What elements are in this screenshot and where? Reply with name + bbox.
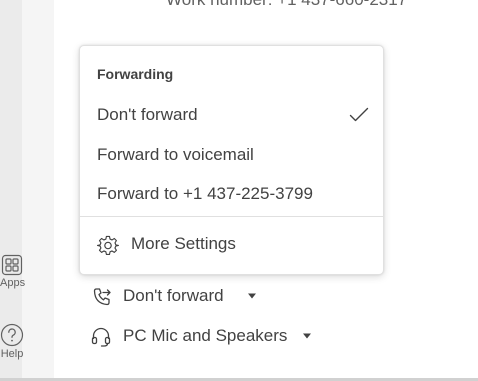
rail-help-label: Help bbox=[0, 348, 24, 360]
more-settings-label: More Settings bbox=[131, 234, 236, 253]
audio-device-dropdown[interactable]: PC Mic and Speakers bbox=[91, 323, 321, 351]
app-rail: Apps Help bbox=[0, 0, 26, 381]
menu-item-forward-voicemail[interactable]: Forward to voicemail bbox=[80, 137, 383, 173]
apps-grid-icon bbox=[1, 254, 23, 276]
caret-down-icon bbox=[248, 293, 256, 299]
menu-header: Forwarding bbox=[97, 66, 174, 82]
more-settings-item[interactable]: More Settings bbox=[80, 226, 383, 262]
forwarding-status-label: Don't forward bbox=[123, 286, 224, 305]
work-number-text: Work number: +1 437-660-2317 bbox=[166, 0, 407, 10]
menu-item-label: Forward to voicemail bbox=[97, 145, 254, 164]
rail-apps[interactable]: Apps bbox=[0, 253, 26, 289]
headset-icon bbox=[91, 327, 111, 347]
forwarding-dropdown[interactable]: Don't forward bbox=[91, 283, 271, 311]
gear-icon bbox=[97, 235, 119, 256]
menu-item-dont-forward[interactable]: Don't forward bbox=[80, 97, 383, 133]
checkmark-icon bbox=[349, 107, 369, 122]
menu-item-label: Forward to +1 437-225-3799 bbox=[97, 184, 313, 203]
caret-down-icon bbox=[303, 333, 311, 339]
rail-apps-label: Apps bbox=[0, 277, 26, 289]
menu-divider bbox=[80, 216, 383, 217]
audio-device-label: PC Mic and Speakers bbox=[123, 326, 288, 345]
forwarding-menu: Forwarding Don't forward Forward to voic… bbox=[79, 45, 384, 275]
call-forward-icon bbox=[93, 288, 111, 306]
menu-item-forward-number[interactable]: Forward to +1 437-225-3799 bbox=[80, 176, 383, 212]
menu-item-label: Don't forward bbox=[97, 105, 198, 124]
help-circle-icon bbox=[0, 323, 24, 347]
rail-help[interactable]: Help bbox=[0, 322, 24, 360]
